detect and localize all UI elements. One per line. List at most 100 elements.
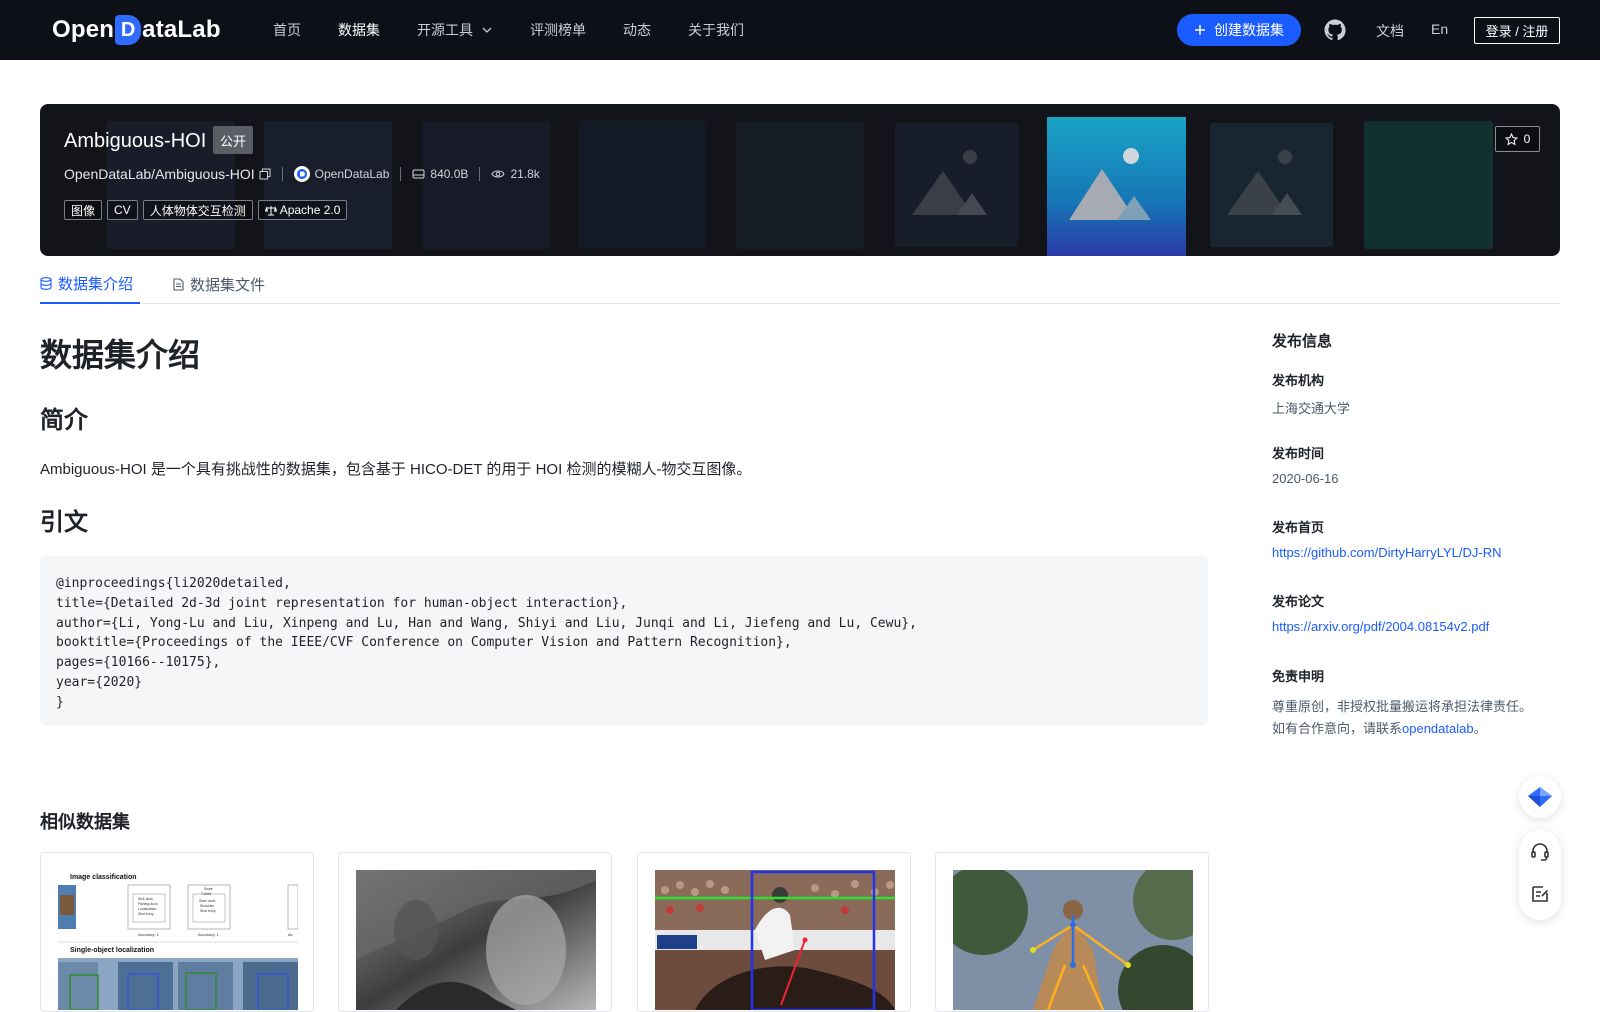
- publish-date-value: 2020-06-16: [1272, 471, 1339, 486]
- org-avatar: [293, 166, 310, 182]
- nav-item-about[interactable]: 关于我们: [688, 20, 744, 40]
- banner-thumbnail: [264, 121, 392, 249]
- scale-icon: [264, 205, 277, 215]
- dataset-path: OpenDataLab/Ambiguous-HOI: [64, 166, 255, 182]
- publisher-label: 发布机构: [1272, 373, 1325, 388]
- similar-datasets-heading: 相似数据集: [40, 812, 130, 832]
- svg-text:Shot boxy: Shot boxy: [200, 909, 216, 913]
- create-dataset-button[interactable]: 创建数据集: [1177, 14, 1301, 46]
- pose-keypoints-photo-thumbnail: [953, 870, 1193, 1010]
- paper-label: 发布论文: [1272, 594, 1325, 609]
- contact-link[interactable]: opendatalab: [1402, 721, 1474, 736]
- github-icon[interactable]: [1323, 18, 1347, 42]
- banner-thumbnail: [422, 121, 550, 249]
- logo-text-left: Open: [52, 16, 115, 43]
- image-placeholder-icon: [1047, 117, 1186, 256]
- disclaimer-text: 尊重原创，非授权批量搬运将承担法律责任。 如有合作意向，请联系opendatal…: [1272, 699, 1533, 736]
- page-title: 数据集介绍: [40, 337, 201, 373]
- paper-link[interactable]: https://arxiv.org/pdf/2004.08154v2.pdf: [1272, 619, 1489, 634]
- main-nav: 首页 数据集 开源工具 评测榜单 动态 关于我们: [273, 0, 781, 60]
- figure-heading: Single-object localization: [70, 947, 154, 954]
- svg-text:Slam duck: Slam duck: [199, 899, 216, 903]
- divider: [281, 167, 283, 181]
- release-info-title: 发布信息: [1272, 333, 1333, 350]
- nav-item-news[interactable]: 动态: [623, 20, 651, 40]
- banner-thumbnail: [579, 121, 707, 249]
- horse-racing-photo-thumbnail: [655, 870, 895, 1010]
- divider: [400, 167, 402, 181]
- star-count: 0: [1523, 132, 1531, 146]
- homepage-link[interactable]: https://github.com/DirtyHarryLYL/DJ-RN: [1272, 545, 1502, 560]
- nav-item-home[interactable]: 首页: [273, 20, 301, 40]
- similar-dataset-card[interactable]: [637, 852, 911, 1012]
- assistant-button[interactable]: [1519, 776, 1561, 818]
- file-icon: [173, 277, 184, 291]
- star-icon: [1504, 132, 1518, 146]
- publish-date-label: 发布时间: [1272, 446, 1325, 461]
- svg-text:Fishing duck: Fishing duck: [138, 902, 158, 906]
- copy-icon[interactable]: [259, 168, 271, 180]
- svg-text:Accuracy: 1: Accuracy: 1: [198, 932, 220, 937]
- image-classification-figure: Image classification Sick duck Fishing d…: [58, 870, 298, 1010]
- dataset-tabs: 数据集介绍 数据集文件: [40, 264, 1560, 304]
- homepage-label: 发布首页: [1272, 520, 1325, 535]
- dataset-tags: 图像 CV 人体物体交互检测 Apache 2.0: [64, 200, 348, 220]
- opendatalab-logo[interactable]: Open D ataLab: [52, 14, 221, 46]
- banner-thumbnail: [1364, 121, 1493, 249]
- language-switch[interactable]: En: [1431, 21, 1448, 37]
- dataset-thumbnail-svg: Image classification Sick duck Fishing d…: [58, 870, 298, 1010]
- tag-domain[interactable]: CV: [107, 200, 138, 220]
- svg-text:Shot boxy: Shot boxy: [138, 912, 154, 916]
- license-tag[interactable]: Apache 2.0: [257, 200, 348, 220]
- closeup-photo-thumbnail: [356, 870, 596, 1010]
- similar-dataset-card[interactable]: Image classification Sick duck Fishing d…: [40, 852, 314, 1012]
- hard-drive-icon: [412, 169, 425, 179]
- svg-text:T-shirt: T-shirt: [201, 892, 211, 896]
- citation-heading: 引文: [40, 509, 88, 536]
- plus-icon: [1195, 25, 1205, 35]
- release-info-sidebar: 发布信息 发布机构 上海交通大学 发布时间 2020-06-16 发布首页 ht…: [1272, 330, 1562, 736]
- svg-text:Accuracy: 1: Accuracy: 1: [138, 932, 160, 937]
- svg-text:Scale: Scale: [204, 887, 213, 891]
- dataset-views: 21.8k: [491, 167, 540, 181]
- figure-heading: Image classification: [70, 874, 137, 881]
- floating-tools: [1519, 830, 1561, 920]
- svg-text:Sick duck: Sick duck: [138, 897, 153, 901]
- star-button[interactable]: 0: [1495, 126, 1540, 152]
- tab-dataset-files[interactable]: 数据集文件: [173, 264, 265, 304]
- svg-text:Shoulder: Shoulder: [200, 904, 215, 908]
- divider: [479, 167, 481, 181]
- nav-item-datasets[interactable]: 数据集: [338, 20, 380, 40]
- login-register-button[interactable]: 登录 / 注册: [1474, 17, 1560, 44]
- intro-text: Ambiguous-HOI 是一个具有挑战性的数据集，包含基于 HICO-DET…: [40, 461, 752, 478]
- tag-modality[interactable]: 图像: [64, 200, 103, 220]
- nav-item-leaderboard[interactable]: 评测榜单: [530, 20, 586, 40]
- headset-icon[interactable]: [1530, 842, 1550, 862]
- logo-mark: D: [115, 15, 142, 45]
- dataset-banner: Ambiguous-HOI 公开 OpenDataLab/Ambiguous-H…: [40, 104, 1560, 256]
- similar-dataset-card[interactable]: [935, 852, 1209, 1012]
- database-icon: [40, 276, 52, 290]
- nav-item-open-source-tools[interactable]: 开源工具: [417, 20, 493, 40]
- eye-icon: [491, 170, 506, 178]
- org-name: OpenDataLab: [314, 167, 390, 181]
- dataset-title: Ambiguous-HOI: [64, 130, 207, 152]
- dataset-size: 840.0B: [412, 167, 468, 181]
- image-placeholder-icon: [1210, 123, 1333, 247]
- svg-text:Localization: Localization: [138, 907, 157, 911]
- top-navbar: Open D ataLab 首页 数据集 开源工具 评测榜单 动态 关于我们 创…: [0, 0, 1600, 60]
- docs-link[interactable]: 文档: [1376, 21, 1404, 41]
- tab-dataset-intro[interactable]: 数据集介绍: [40, 264, 140, 304]
- banner-thumbnail: [736, 121, 864, 249]
- similar-dataset-card[interactable]: [338, 852, 612, 1012]
- visibility-badge: 公开: [213, 126, 254, 154]
- feedback-edit-icon[interactable]: [1530, 884, 1550, 904]
- svg-text:Ac: Ac: [288, 932, 293, 937]
- citation-code-block: @inproceedings{li2020detailed, title={De…: [40, 556, 1208, 726]
- diamond-icon: [1528, 787, 1552, 807]
- dataset-org[interactable]: OpenDataLab: [293, 166, 390, 182]
- dataset-meta-row: OpenDataLab/Ambiguous-HOI OpenDataLab 84…: [64, 164, 540, 184]
- chevron-down-icon: [482, 27, 492, 33]
- tag-task[interactable]: 人体物体交互检测: [142, 200, 253, 220]
- publisher-value: 上海交通大学: [1272, 401, 1351, 416]
